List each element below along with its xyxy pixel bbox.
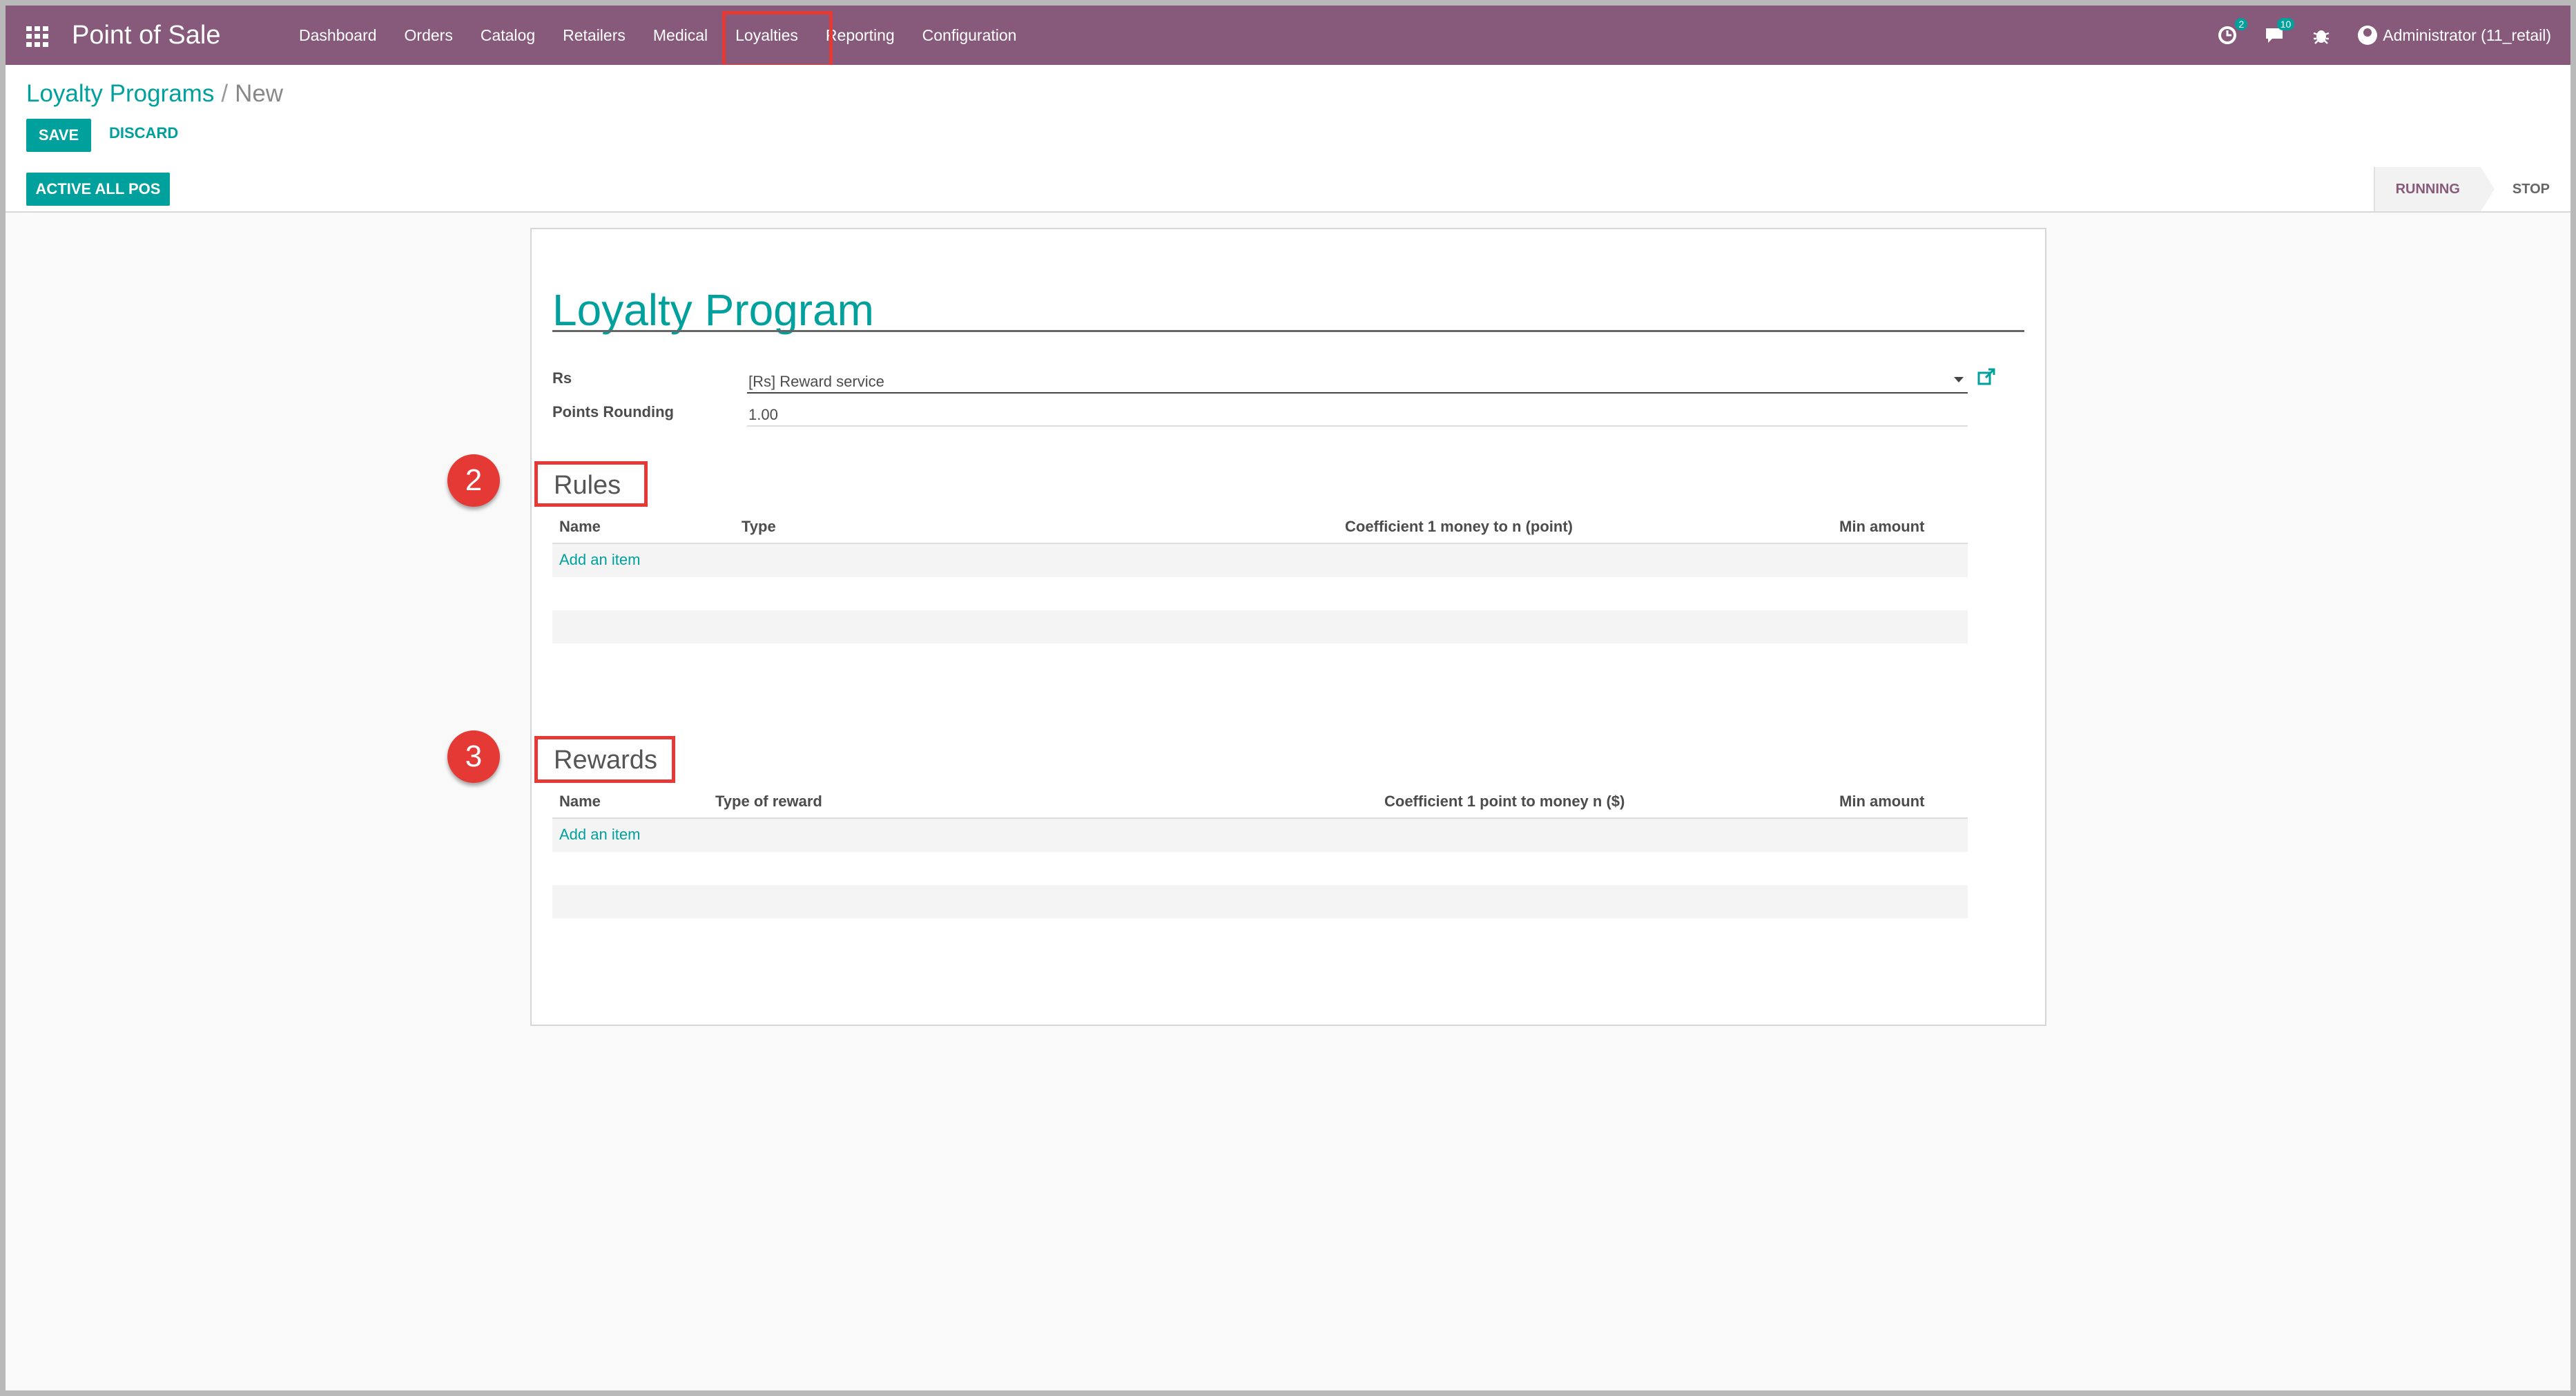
title-underline [552, 330, 2024, 332]
rewards-add-item-link[interactable]: Add an item [559, 826, 640, 844]
menu-retailers[interactable]: Retailers [563, 26, 626, 45]
menu-catalog[interactable]: Catalog [481, 26, 535, 45]
active-all-pos-button[interactable]: ACTIVE ALL POS [26, 173, 170, 206]
rules-table: Name Type Coefficient 1 money to n (poin… [552, 512, 1968, 643]
top-navbar: Point of Sale Dashboard Orders Catalog R… [6, 6, 2570, 65]
rewards-col-type[interactable]: Type of reward [715, 793, 822, 811]
table-row [552, 577, 1968, 610]
rewards-table-header: Name Type of reward Coefficient 1 point … [552, 787, 1968, 819]
rules-add-item-link[interactable]: Add an item [559, 551, 640, 569]
menu-orders[interactable]: Orders [405, 26, 453, 45]
table-row: Add an item [552, 544, 1968, 577]
save-button[interactable]: SAVE [26, 119, 91, 152]
points-rounding-value: 1.00 [748, 406, 778, 423]
rs-value: [Rs] Reward service [748, 373, 884, 390]
menu-medical[interactable]: Medical [653, 26, 708, 45]
rules-col-coefficient[interactable]: Coefficient 1 money to n (point) [1345, 518, 1573, 536]
discard-button[interactable]: DISCARD [109, 124, 178, 142]
table-row: Add an item [552, 819, 1968, 852]
menu-configuration[interactable]: Configuration [922, 26, 1017, 45]
messages-icon[interactable]: 10 [2264, 18, 2295, 46]
rewards-col-min-amount[interactable]: Min amount [1839, 793, 1924, 811]
callout-2: 2 [447, 454, 500, 507]
external-link-icon[interactable] [1977, 367, 1996, 387]
apps-menu-icon[interactable] [26, 26, 51, 47]
debug-bug-icon[interactable] [2311, 25, 2332, 46]
highlight-rules [534, 461, 648, 507]
form-title: Loyalty Program [552, 285, 874, 335]
highlight-rewards [534, 736, 675, 783]
breadcrumb-current: New [235, 80, 284, 107]
activity-badge: 2 [2235, 18, 2248, 30]
rules-col-name[interactable]: Name [559, 518, 601, 536]
rewards-table: Name Type of reward Coefficient 1 point … [552, 787, 1968, 918]
rules-col-min-amount[interactable]: Min amount [1839, 518, 1924, 536]
highlight-loyalties-menu [722, 11, 833, 68]
breadcrumb-parent[interactable]: Loyalty Programs [26, 80, 214, 107]
points-rounding-input[interactable]: 1.00 [747, 400, 1968, 427]
stage-running[interactable]: RUNNING [2373, 167, 2495, 211]
rules-table-header: Name Type Coefficient 1 money to n (poin… [552, 512, 1968, 544]
stage-selector: RUNNING STOP [2373, 167, 2570, 211]
rewards-col-name[interactable]: Name [559, 793, 601, 811]
table-row [552, 885, 1968, 918]
points-rounding-label: Points Rounding [552, 403, 674, 420]
control-panel: Loyalty Programs / New SAVE DISCARD [6, 65, 2570, 168]
breadcrumb-separator: / [221, 80, 229, 107]
chevron-down-icon[interactable] [1954, 377, 1964, 382]
main-menu: Dashboard Orders Catalog Retailers Medic… [299, 6, 1044, 65]
rules-col-type[interactable]: Type [742, 518, 776, 536]
form-sheet: Loyalty Program Rs [Rs] Reward service P… [530, 228, 2046, 1026]
menu-dashboard[interactable]: Dashboard [299, 26, 377, 45]
user-avatar[interactable] [2358, 26, 2378, 45]
messages-badge: 10 [2276, 18, 2295, 30]
systray: 2 10 Administrator (11_retail) [2217, 6, 2551, 65]
table-row [552, 610, 1968, 643]
callout-3: 3 [447, 730, 500, 783]
rs-label: Rs [552, 369, 572, 387]
status-bar: ACTIVE ALL POS RUNNING STOP [6, 167, 2570, 213]
breadcrumb: Loyalty Programs / New [26, 80, 283, 108]
rewards-col-coefficient[interactable]: Coefficient 1 point to money n ($) [1384, 793, 1625, 811]
user-menu[interactable]: Administrator (11_retail) [2383, 26, 2551, 45]
table-row [552, 852, 1968, 885]
app-brand[interactable]: Point of Sale [72, 21, 220, 50]
rs-select[interactable]: [Rs] Reward service [747, 367, 1968, 394]
menu-reporting[interactable]: Reporting [826, 26, 895, 45]
activity-icon[interactable]: 2 [2217, 18, 2248, 46]
